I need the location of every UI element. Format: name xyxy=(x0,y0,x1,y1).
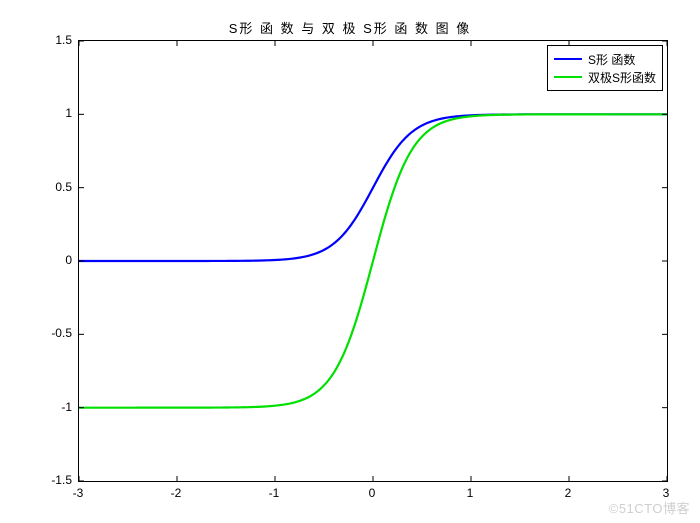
x-tick-label: -2 xyxy=(171,486,182,500)
y-tick-label: 0.5 xyxy=(55,180,72,194)
chart-figure: S形 函 数 与 双 极 S形 函 数 图 像 S形 函数 双极S形函数 ©51… xyxy=(0,0,700,523)
y-tick-label: -0.5 xyxy=(51,326,72,340)
legend-swatch-bipolar xyxy=(554,76,582,78)
x-tick-label: 1 xyxy=(467,486,474,500)
legend-entry-sigmoid: S形 函数 xyxy=(554,50,656,68)
y-tick-label: 1 xyxy=(65,106,72,120)
legend-box: S形 函数 双极S形函数 xyxy=(547,45,663,91)
legend-swatch-sigmoid xyxy=(554,58,582,60)
legend-entry-bipolar: 双极S形函数 xyxy=(554,68,656,86)
x-tick-label: 2 xyxy=(565,486,572,500)
x-tick-label: 3 xyxy=(663,486,670,500)
plot-area: S形 函数 双极S形函数 xyxy=(78,40,668,482)
y-tick-label: 1.5 xyxy=(55,33,72,47)
chart-title: S形 函 数 与 双 极 S形 函 数 图 像 xyxy=(0,18,700,37)
y-tick-label: -1.5 xyxy=(51,473,72,487)
chart-curves xyxy=(79,41,667,481)
x-tick-label: -3 xyxy=(73,486,84,500)
y-tick-label: -1 xyxy=(61,400,72,414)
y-tick-label: 0 xyxy=(65,253,72,267)
watermark-text: ©51CTO博客 xyxy=(609,498,690,517)
x-tick-label: -1 xyxy=(269,486,280,500)
x-tick-label: 0 xyxy=(369,486,376,500)
legend-label-bipolar: 双极S形函数 xyxy=(588,69,656,86)
legend-label-sigmoid: S形 函数 xyxy=(588,51,635,68)
